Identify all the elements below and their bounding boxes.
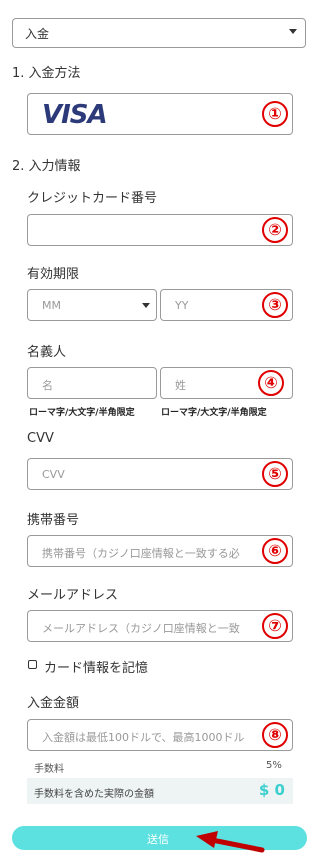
marker-5: ⑤: [262, 461, 288, 487]
email-label: メールアドレス: [27, 588, 119, 603]
card-number-label: クレジットカード番号: [27, 191, 158, 206]
cvv-label: CVV: [27, 431, 54, 446]
step2-label: 2. 入力情報: [12, 159, 81, 174]
amount-placeholder: 入金額は最低100ドルで、最高1000ドル: [42, 731, 245, 744]
marker-3: ③: [262, 292, 288, 318]
phone-input[interactable]: 携帯番号（カジノ口座情報と一致する必: [27, 535, 293, 567]
email-input[interactable]: メールアドレス（カジノ口座情報と一致: [27, 610, 293, 642]
visa-logo: VISA: [42, 100, 108, 130]
marker-7: ⑦: [262, 613, 288, 639]
cvv-placeholder: CVV: [42, 468, 65, 481]
holder-last-placeholder: 姓: [175, 379, 186, 392]
actual-amount-label: 手数料を含めた実際の金額: [34, 789, 154, 800]
fee-label: 手数料: [34, 764, 64, 775]
holder-last-hint: ローマ字/大文字/半角限定: [161, 408, 267, 418]
deposit-type-select[interactable]: 入金: [12, 18, 306, 48]
actual-amount-value: $ 0: [258, 781, 285, 799]
amount-input[interactable]: 入金額は最低100ドルで、最高1000ドル: [27, 719, 293, 751]
step1-label: 1. 入金方法: [12, 66, 81, 81]
chevron-down-icon: [289, 29, 297, 34]
expiry-year-placeholder: YY: [175, 299, 189, 312]
phone-placeholder: 携帯番号（カジノ口座情報と一致する必: [42, 547, 240, 560]
marker-1: ①: [262, 101, 288, 127]
expiry-month-value: MM: [42, 299, 61, 312]
holder-first-hint: ローマ字/大文字/半角限定: [29, 408, 135, 418]
chevron-down-icon: [142, 303, 150, 308]
marker-2: ②: [262, 217, 288, 243]
arrow-pointer-icon: [196, 831, 265, 853]
expiry-label: 有効期限: [27, 267, 80, 282]
cvv-input[interactable]: CVV: [27, 458, 293, 490]
holder-first-name-input[interactable]: 名: [27, 367, 157, 399]
card-number-input[interactable]: [27, 214, 293, 246]
holder-label: 名義人: [27, 345, 67, 360]
expiry-month-select[interactable]: MM: [27, 289, 157, 321]
amount-label: 入金金額: [27, 696, 80, 711]
holder-first-placeholder: 名: [42, 379, 53, 392]
payment-method-visa[interactable]: VISA: [27, 93, 293, 135]
marker-8: ⑧: [262, 722, 288, 748]
submit-label: 送信: [147, 833, 169, 846]
marker-6: ⑥: [262, 538, 288, 564]
remember-card-checkbox[interactable]: [28, 660, 37, 669]
fee-value: 5%: [266, 760, 282, 771]
phone-label: 携帯番号: [27, 513, 80, 528]
marker-4: ④: [258, 370, 284, 396]
deposit-type-value: 入金: [25, 27, 50, 41]
remember-card-label[interactable]: カード情報を記憶: [44, 657, 148, 676]
email-placeholder: メールアドレス（カジノ口座情報と一致: [42, 622, 240, 635]
actual-amount-row: 手数料を含めた実際の金額 $ 0: [27, 778, 293, 804]
